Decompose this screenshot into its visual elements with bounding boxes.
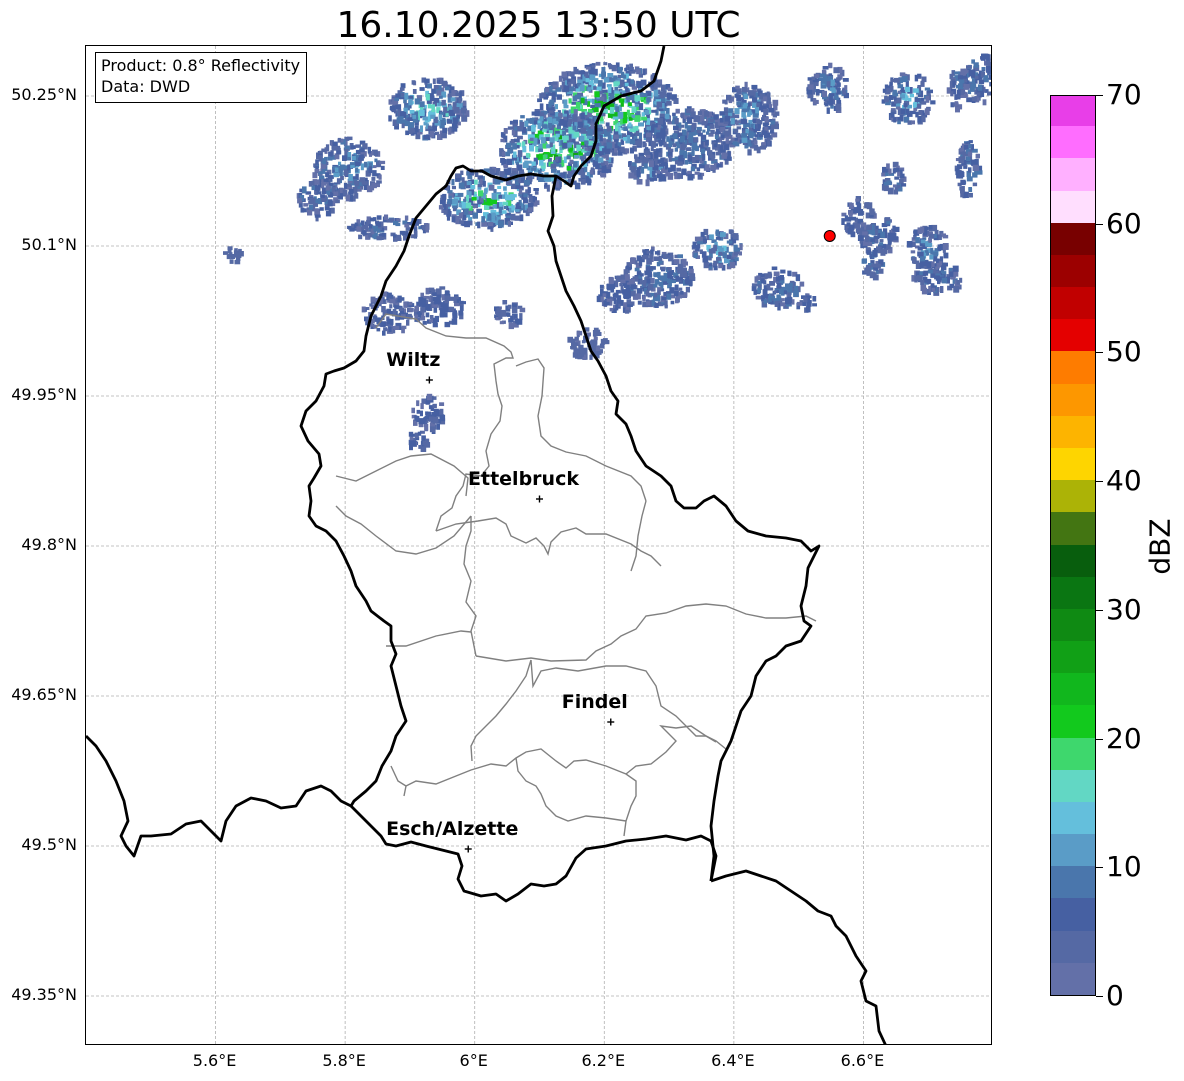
colorbar-tick bbox=[1096, 95, 1103, 96]
radar-site-marker[interactable] bbox=[823, 230, 836, 242]
lon-tick-label: 6.6°E bbox=[840, 1051, 885, 1070]
colorbar-segment bbox=[1051, 801, 1095, 835]
radar-echoes bbox=[223, 53, 991, 452]
city-markers bbox=[425, 376, 615, 853]
lat-tick-label: 49.65°N bbox=[11, 685, 77, 704]
lat-tick-label: 49.35°N bbox=[11, 985, 77, 1004]
colorbar-segment bbox=[1051, 479, 1095, 513]
colorbar bbox=[1050, 95, 1096, 996]
lon-tick-label: 6.4°E bbox=[711, 1051, 755, 1070]
colorbar-tick bbox=[1096, 223, 1103, 225]
colorbar-tick-label: 30 bbox=[1106, 592, 1142, 626]
colorbar-segment bbox=[1051, 704, 1095, 738]
colorbar-segment bbox=[1051, 897, 1095, 931]
colorbar-tick bbox=[1096, 609, 1103, 611]
colorbar-tick-label: 0 bbox=[1106, 979, 1124, 1012]
colorbar-segment bbox=[1051, 415, 1095, 448]
lat-tick-label: 50.1°N bbox=[21, 235, 77, 254]
product-label: Product: 0.8° Reflectivity bbox=[101, 56, 301, 75]
colorbar-tick-label: 70 bbox=[1106, 78, 1142, 111]
colorbar-tick-label: 40 bbox=[1106, 464, 1142, 498]
colorbar-tick-label: 60 bbox=[1106, 206, 1142, 240]
colorbar-tick bbox=[1096, 996, 1103, 997]
colorbar-tick-label: 10 bbox=[1106, 850, 1142, 884]
colorbar-segment bbox=[1051, 672, 1095, 706]
colorbar-segment bbox=[1051, 511, 1095, 545]
colorbar-segment bbox=[1051, 769, 1095, 802]
colorbar-segment bbox=[1051, 736, 1095, 770]
city-marker bbox=[425, 376, 433, 384]
colorbar-segment bbox=[1051, 930, 1095, 963]
colorbar-segment bbox=[1051, 962, 1095, 995]
data-source-label: Data: DWD bbox=[101, 77, 191, 96]
lat-tick-label: 50.25°N bbox=[11, 85, 77, 104]
colorbar-segment bbox=[1051, 576, 1095, 609]
radar-map[interactable] bbox=[85, 45, 992, 1045]
colorbar-segment bbox=[1051, 254, 1095, 288]
lon-tick-label: 6.2°E bbox=[581, 1051, 626, 1070]
product-info-box: Product: 0.8° Reflectivity Data: DWD bbox=[95, 52, 308, 103]
map-title: 16.10.2025 13:50 UTC bbox=[336, 5, 741, 46]
city-marker bbox=[536, 495, 543, 503]
canton-borders bbox=[335, 313, 817, 837]
lat-tick-label: 49.5°N bbox=[21, 835, 77, 854]
map-canvas bbox=[86, 46, 991, 1044]
lon-tick-label: 5.6°E bbox=[192, 1051, 237, 1070]
colorbar-segment bbox=[1051, 447, 1095, 481]
colorbar-segment bbox=[1051, 222, 1095, 255]
gridlines bbox=[86, 46, 991, 1044]
colorbar-tick bbox=[1096, 481, 1103, 483]
colorbar-segment bbox=[1051, 318, 1095, 352]
colorbar-segment bbox=[1051, 125, 1095, 159]
colorbar-segment bbox=[1051, 865, 1095, 899]
colorbar-unit-label: dBZ bbox=[1143, 518, 1177, 575]
city-marker bbox=[607, 718, 615, 726]
colorbar-tick bbox=[1096, 352, 1103, 354]
colorbar-segment bbox=[1051, 640, 1095, 674]
lon-tick-label: 6°E bbox=[459, 1051, 488, 1070]
city-label: Esch/Alzette bbox=[386, 818, 519, 840]
lon-tick-label: 5.8°E bbox=[322, 1051, 366, 1070]
colorbar-tick bbox=[1096, 738, 1103, 740]
colorbar-segment bbox=[1051, 383, 1095, 416]
colorbar-segment bbox=[1051, 286, 1095, 320]
colorbar-segment bbox=[1051, 189, 1095, 223]
colorbar-segment bbox=[1051, 543, 1095, 577]
colorbar-segment bbox=[1051, 350, 1095, 384]
city-label: Ettelbruck bbox=[468, 468, 579, 490]
city-label: Findel bbox=[561, 691, 628, 713]
colorbar-tick-label: 50 bbox=[1106, 335, 1142, 369]
colorbar-segment bbox=[1051, 96, 1095, 127]
colorbar-segment bbox=[1051, 833, 1095, 867]
city-marker bbox=[464, 845, 472, 853]
colorbar-segment bbox=[1051, 608, 1095, 642]
colorbar-segment bbox=[1051, 157, 1095, 191]
colorbar-tick bbox=[1096, 867, 1103, 869]
lat-tick-label: 49.95°N bbox=[11, 385, 77, 404]
city-label: Wiltz bbox=[386, 349, 441, 371]
colorbar-tick-label: 20 bbox=[1106, 721, 1142, 755]
lat-tick-label: 49.8°N bbox=[21, 535, 77, 554]
